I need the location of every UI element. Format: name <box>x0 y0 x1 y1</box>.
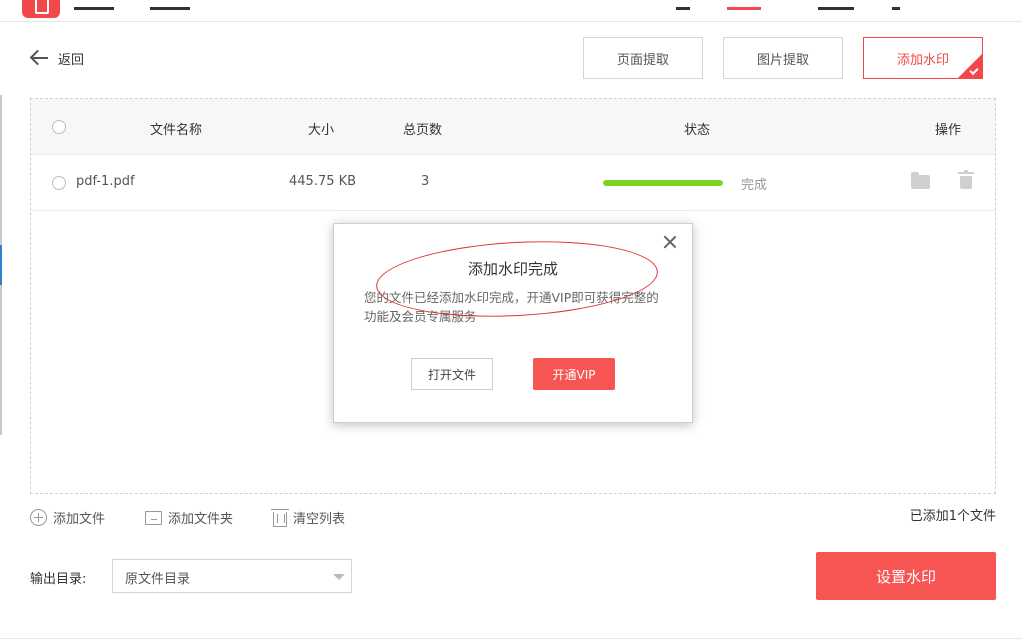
set-watermark-button[interactable]: 设置水印 <box>816 552 996 600</box>
open-vip-button[interactable]: 开通VIP <box>533 358 615 390</box>
header-link-fragment[interactable] <box>727 0 761 10</box>
header-title-fragment <box>150 0 190 10</box>
tab-label: 添加水印 <box>896 52 949 68</box>
column-header-actions: 操作 <box>935 123 962 138</box>
header-link-fragment[interactable] <box>818 0 854 10</box>
back-label: 返回 <box>58 52 85 68</box>
folder-icon[interactable] <box>911 172 930 189</box>
header-icon-fragment[interactable] <box>892 0 900 10</box>
header-icon-fragment[interactable] <box>676 0 690 10</box>
progress-fill <box>603 180 723 186</box>
output-dir-select[interactable]: 原文件目录 <box>112 559 352 593</box>
add-folder-label: 添加文件夹 <box>168 512 234 527</box>
row-select-radio[interactable] <box>52 176 66 190</box>
file-pages: 3 <box>421 174 430 189</box>
tab-add-watermark[interactable]: 添加水印 <box>863 37 983 79</box>
plus-circle-icon <box>30 509 47 526</box>
app-logo-icon <box>22 0 60 18</box>
tab-image-extract[interactable]: 图片提取 <box>723 37 843 79</box>
add-file-button[interactable]: 添加文件 <box>30 508 105 527</box>
file-count: 已添加1个文件 <box>909 509 996 524</box>
select-all-radio[interactable] <box>52 120 66 134</box>
add-folder-button[interactable]: 添加文件夹 <box>145 508 233 527</box>
back-button[interactable]: 返回 <box>30 48 84 68</box>
trash-icon[interactable] <box>958 170 974 189</box>
column-header-size: 大小 <box>308 123 335 138</box>
arrow-left-icon <box>30 48 50 68</box>
output-dir-value: 原文件目录 <box>125 572 191 587</box>
header-title-fragment <box>74 0 114 10</box>
status-text: 完成 <box>741 178 768 193</box>
file-name: pdf-1.pdf <box>76 174 135 189</box>
bottom-divider <box>0 638 1022 639</box>
dialog-message: 您的文件已经添加水印完成，开通VIP即可获得完整的功能及会员专属服务 <box>364 290 659 324</box>
progress-bar <box>603 180 723 186</box>
table-header: 文件名称 大小 总页数 状态 操作 <box>31 99 995 155</box>
trash-outline-icon <box>271 508 289 527</box>
watermark-complete-dialog: 添加水印完成 您的文件已经添加水印完成，开通VIP即可获得完整的功能及会员专属服… <box>333 223 693 423</box>
column-header-status: 状态 <box>684 123 711 138</box>
tab-label: 图片提取 <box>756 52 809 68</box>
add-file-label: 添加文件 <box>53 512 106 527</box>
open-file-button[interactable]: 打开文件 <box>411 358 493 390</box>
output-dir-label: 输出目录: <box>30 572 87 587</box>
column-header-name: 文件名称 <box>150 123 203 138</box>
top-header-strip <box>0 0 1022 22</box>
file-size: 445.75 KB <box>289 174 357 189</box>
selected-corner <box>958 54 982 78</box>
left-window-edge <box>0 95 2 435</box>
dialog-title: 添加水印完成 <box>467 260 558 278</box>
close-icon[interactable] <box>662 234 678 250</box>
folder-add-icon <box>145 510 162 525</box>
tab-page-extract[interactable]: 页面提取 <box>583 37 703 79</box>
tab-label: 页面提取 <box>616 52 669 68</box>
chevron-down-icon <box>333 574 345 580</box>
table-row: pdf-1.pdf 445.75 KB 3 完成 <box>31 155 995 211</box>
clear-list-button[interactable]: 清空列表 <box>271 508 346 527</box>
column-header-pages: 总页数 <box>403 123 443 138</box>
clear-list-label: 清空列表 <box>293 512 346 527</box>
